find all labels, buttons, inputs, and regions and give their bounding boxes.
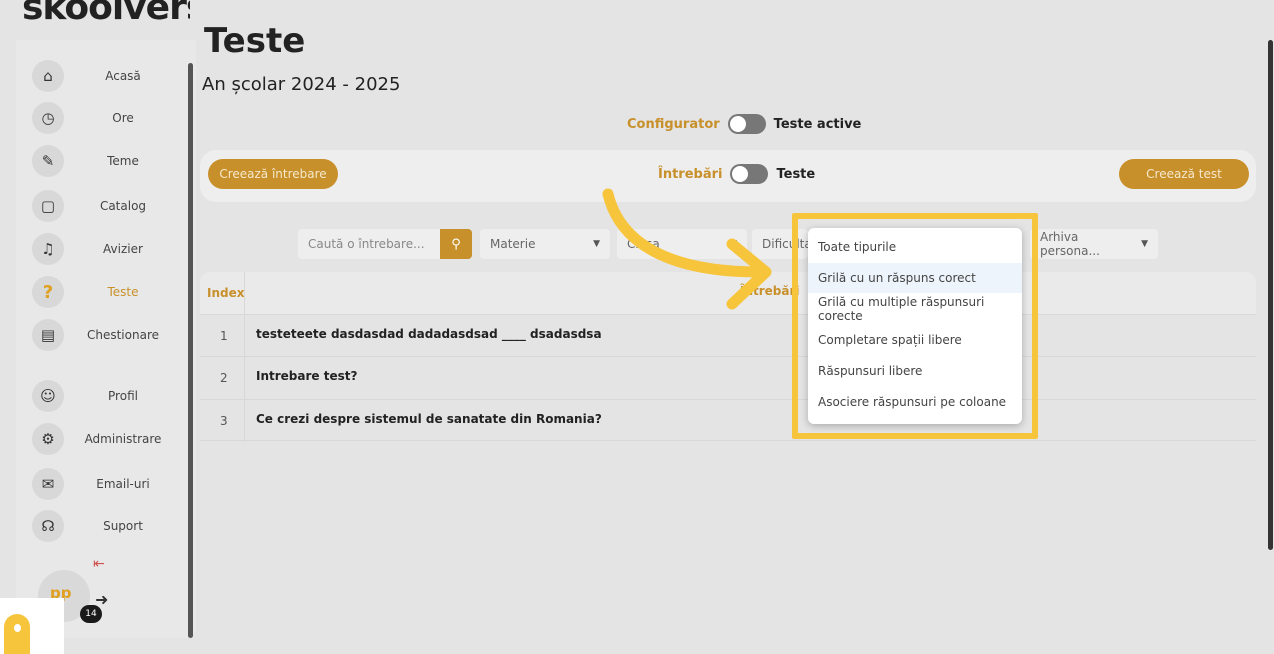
type-option-free-answer[interactable]: Răspunsuri libere <box>808 356 1022 386</box>
mode-toggle[interactable] <box>727 114 766 134</box>
sidebar-item-avizier[interactable]: ♫ Avizier <box>32 233 182 265</box>
configurator-label: Configurator <box>627 116 720 132</box>
sidebar-item-label: Chestionare <box>86 328 159 342</box>
corner-logo-shape <box>4 614 30 654</box>
notification-badge[interactable]: 14 <box>80 605 102 623</box>
mode-toggle-row: Configurator Teste active <box>627 114 861 134</box>
mail-icon: ✉ <box>32 468 64 500</box>
create-test-button[interactable]: Creează test <box>1119 159 1249 189</box>
page-scrollbar[interactable] <box>1268 40 1273 550</box>
sidebar-item-label: Email-uri <box>96 477 150 491</box>
sidebar-item-ore[interactable]: ◷ Ore <box>32 102 182 134</box>
type-option-all[interactable]: Toate tipurile <box>808 232 1022 262</box>
row-index: 3 <box>220 414 228 428</box>
pencil-icon: ✎ <box>32 145 64 177</box>
page-title: Teste <box>204 21 306 61</box>
archive-select[interactable]: Arhiva persona... ▼ <box>1030 229 1158 259</box>
questions-tests-toggle-row: Întrebări Teste <box>658 164 815 184</box>
active-tests-label: Teste active <box>773 116 862 132</box>
questions-tests-toggle[interactable] <box>730 164 769 184</box>
type-option-multiple-choice[interactable]: Grilă cu multiple răspunsuri corecte <box>808 294 1022 324</box>
row-index: 2 <box>220 371 228 385</box>
chevron-down-icon: ▼ <box>1141 239 1148 249</box>
gears-icon: ⚙ <box>32 423 64 455</box>
corner-logo-eye <box>14 624 21 632</box>
sidebar-item-profil[interactable]: ☺ Profil <box>32 380 182 412</box>
school-year: An școlar 2024 - 2025 <box>202 74 401 95</box>
sidebar-item-suport[interactable]: ☊ Suport <box>32 510 182 542</box>
table-row[interactable]: 3 Ce crezi despre sistemul de sanatate d… <box>200 399 1256 441</box>
sidebar-item-teste[interactable]: ? Teste <box>32 276 182 308</box>
book-icon: ▢ <box>32 190 64 222</box>
sidebar-item-administrare[interactable]: ⚙ Administrare <box>32 423 182 455</box>
question-type-dropdown[interactable]: Toate tipurile Grilă cu un răspuns corec… <box>808 228 1022 424</box>
sidebar-item-teme[interactable]: ✎ Teme <box>32 145 182 177</box>
clock-icon: ◷ <box>32 102 64 134</box>
headset-icon: ☊ <box>32 510 64 542</box>
questions-label: Întrebări <box>658 166 723 182</box>
create-question-button[interactable]: Creează întrebare <box>208 159 338 189</box>
subject-select-value: Materie <box>490 237 536 251</box>
profile-icon: ☺ <box>32 380 64 412</box>
archive-select-value: Arhiva persona... <box>1040 230 1100 258</box>
type-option-fill-blanks[interactable]: Completare spații libere <box>808 325 1022 355</box>
sidebar-item-label: Acasă <box>105 69 141 83</box>
sidebar-item-email[interactable]: ✉ Email-uri <box>32 468 182 500</box>
row-question: Ce crezi despre sistemul de sanatate din… <box>256 412 602 426</box>
sidebar-item-catalog[interactable]: ▢ Catalog <box>32 190 182 222</box>
row-question: testeteete dasdasdad dadadasdsad ____ ds… <box>256 327 602 341</box>
logo-text: skoolvers <box>22 0 190 20</box>
sidebar-item-label: Teme <box>107 154 139 168</box>
bell-icon: ♫ <box>32 233 64 265</box>
sidebar-scrollbar[interactable] <box>188 63 193 638</box>
sidebar-item-label: Suport <box>103 519 143 533</box>
question-icon: ? <box>32 276 64 308</box>
index-column-header: Index <box>207 286 245 300</box>
sidebar-item-label: Avizier <box>103 242 143 256</box>
tests-label: Teste <box>776 166 816 182</box>
home-icon: ⌂ <box>32 60 64 92</box>
sidebar-item-label: Profil <box>108 389 138 403</box>
sidebar-item-label: Ore <box>112 111 134 125</box>
sidebar-item-label: Teste <box>107 285 139 299</box>
search-button[interactable]: ⚲ <box>440 229 472 259</box>
annotation-arrow-icon <box>602 188 772 310</box>
row-index: 1 <box>220 329 228 343</box>
type-option-column-matching[interactable]: Asociere răspunsuri pe coloane <box>808 387 1022 417</box>
type-option-single-choice[interactable]: Grilă cu un răspuns corect <box>808 263 1022 293</box>
search-icon: ⚲ <box>451 236 461 252</box>
sidebar-item-chestionare[interactable]: ▤ Chestionare <box>32 319 182 351</box>
app-logo[interactable]: skoolvers <box>22 0 190 20</box>
table-row[interactable]: 2 Intrebare test? <box>200 356 1256 398</box>
document-icon: ▤ <box>32 319 64 351</box>
sidebar-item-acasa[interactable]: ⌂ Acasă <box>32 60 182 92</box>
sidebar-item-label: Administrare <box>84 432 162 446</box>
sidebar-item-label: Catalog <box>99 199 147 213</box>
collapse-sidebar-icon[interactable]: ⇤ <box>93 556 113 574</box>
row-question: Intrebare test? <box>256 369 358 383</box>
corner-logo <box>0 598 64 654</box>
search-input[interactable]: Caută o întrebare... <box>298 229 440 259</box>
column-divider <box>244 272 245 442</box>
